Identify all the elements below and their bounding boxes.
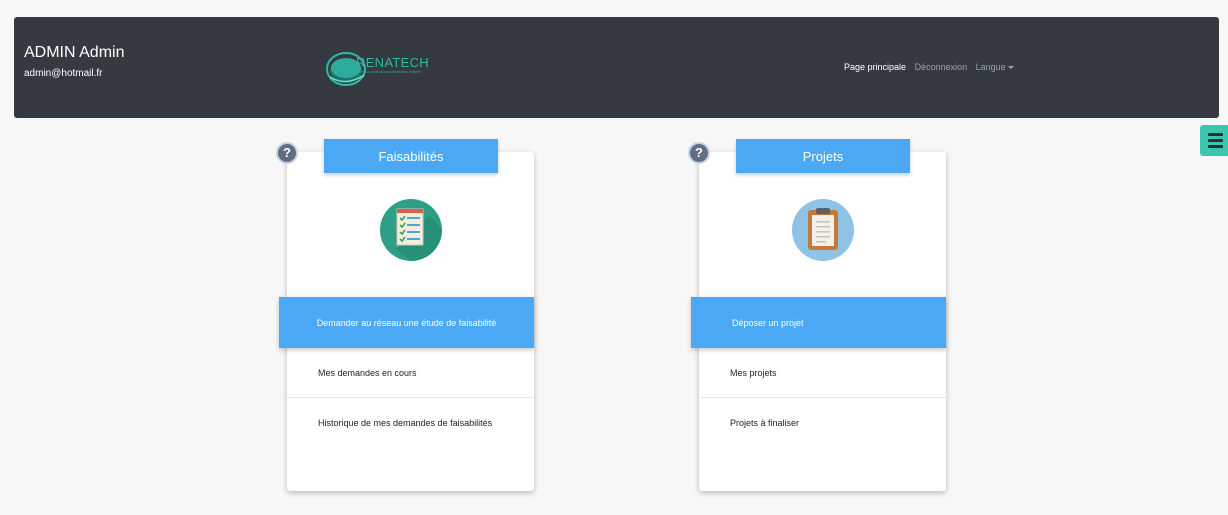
projets-header: Projets [736,139,910,173]
help-icon[interactable]: ? [688,142,710,164]
divider [699,397,946,398]
demander-etude-faisabilite-button[interactable]: Demander au réseau une étude de faisabil… [279,297,534,348]
mes-demandes-en-cours-link[interactable]: Mes demandes en cours [318,368,417,378]
divider [287,397,534,398]
user-email: admin@hotmail.fr [24,68,103,79]
hamburger-bar-icon [1208,139,1223,142]
logo-tagline: French national nanofabrication network [359,70,422,74]
nav-language-label: Langue [975,62,1006,72]
historique-demandes-link[interactable]: Historique de mes demandes de faisabilit… [318,418,492,428]
hamburger-bar-icon [1208,133,1223,136]
help-icon[interactable]: ? [276,142,298,164]
caret-down-icon [1007,66,1014,70]
nav-language-dropdown[interactable]: Langue [976,62,1020,72]
hamburger-bar-icon [1208,145,1223,148]
side-menu-toggle-button[interactable] [1200,125,1228,156]
clipboard-icon [792,199,854,261]
logo-text: RENATECH [356,55,429,70]
nav-links: Page principale Déconnexion Langue [844,62,1026,72]
top-navbar: ADMIN Admin admin@hotmail.fr RENATECH Fr… [14,17,1219,118]
deposer-projet-button[interactable]: Déposer un projet [691,297,946,348]
projets-a-finaliser-link[interactable]: Projets à finaliser [730,418,799,428]
nav-logout-link[interactable]: Déconnexion [915,62,968,72]
faisabilites-header: Faisabilités [324,139,498,173]
user-name: ADMIN Admin [24,44,125,61]
nav-home-link[interactable]: Page principale [844,62,906,72]
mes-projets-link[interactable]: Mes projets [730,368,777,378]
checklist-icon [380,199,442,261]
